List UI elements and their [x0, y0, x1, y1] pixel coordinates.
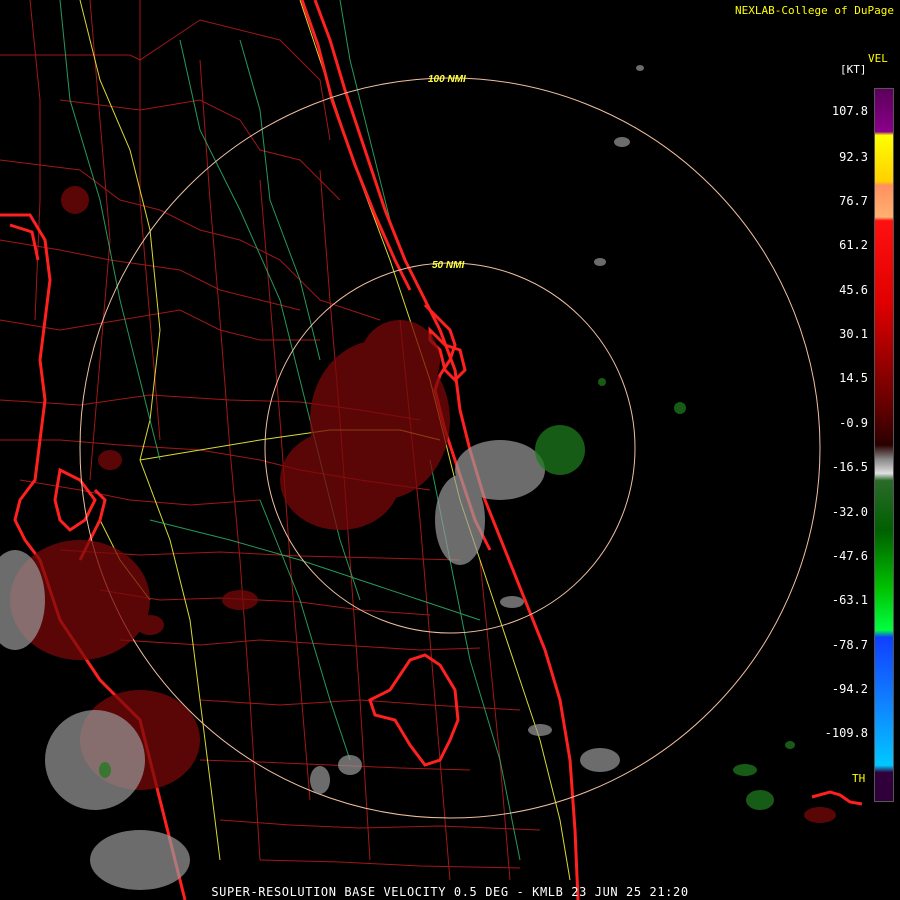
- legend-th-label: TH: [852, 772, 866, 785]
- tick-label: 30.1: [839, 327, 868, 341]
- tick-label: 61.2: [839, 238, 868, 252]
- velocity-color-scale: [874, 88, 894, 802]
- range-ring-100-label: 100 NMI: [428, 74, 466, 85]
- range-ring-50-label: 50 NMI: [432, 260, 464, 271]
- tick-label: -32.0: [831, 505, 868, 519]
- legend-unit-label: [KT]: [840, 63, 867, 76]
- tick-label: -94.2: [831, 682, 868, 696]
- tick-label: 107.8: [831, 104, 868, 118]
- tick-label: 92.3: [839, 150, 868, 164]
- tick-label: 45.6: [839, 283, 868, 297]
- credit-label: NEXLAB-College of DuPage: [735, 4, 894, 17]
- product-caption: SUPER-RESOLUTION BASE VELOCITY 0.5 DEG -…: [211, 885, 689, 899]
- tick-label: -109.8: [824, 726, 868, 740]
- tick-label: -47.6: [831, 549, 868, 563]
- tick-label: -63.1: [831, 593, 868, 607]
- tick-label: -16.5: [831, 460, 868, 474]
- tick-label: 76.7: [839, 194, 868, 208]
- tick-label: -78.7: [831, 638, 868, 652]
- tick-label: 14.5: [839, 371, 868, 385]
- tick-label: -0.9: [839, 416, 868, 430]
- radar-map: 50 NMI 100 NMI: [0, 0, 900, 900]
- legend-product-label: VEL: [868, 52, 888, 65]
